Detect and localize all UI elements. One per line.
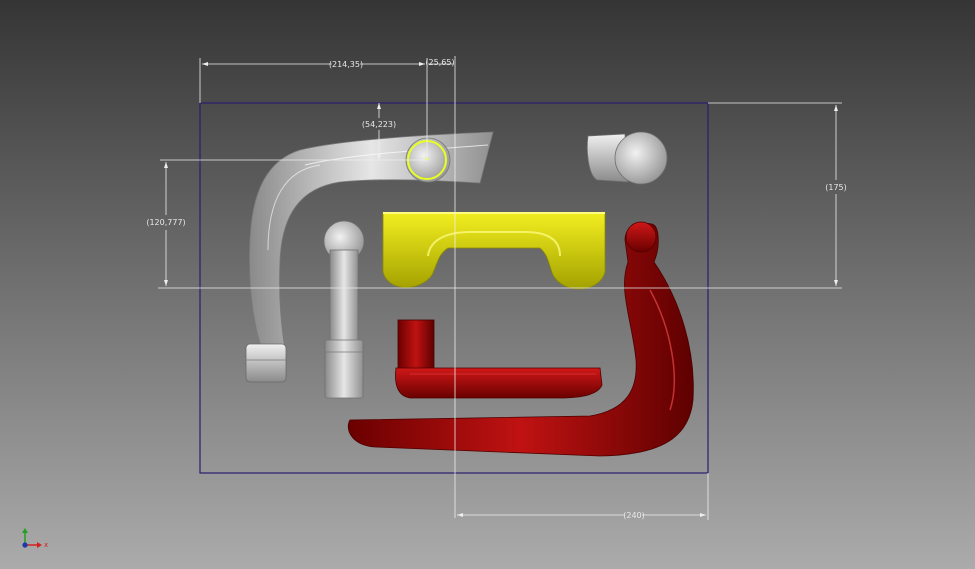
dimension-label-width-c[interactable]: (240)	[623, 511, 645, 520]
viewport-background	[0, 0, 975, 569]
dimension-label-height-c[interactable]: (175)	[825, 183, 847, 192]
cad-viewport[interactable]: (214,35) (25,65) (54,223) (120,777) (175…	[0, 0, 975, 569]
dimension-label-height-b[interactable]: (120,777)	[146, 218, 185, 227]
z-axis-dot-icon	[22, 542, 28, 548]
scene-canvas[interactable]: (214,35) (25,65) (54,223) (120,777) (175…	[0, 0, 975, 569]
gray-cap-piece[interactable]	[586, 131, 668, 185]
lever-end-block	[245, 343, 287, 383]
gray-vertical-rod[interactable]	[323, 220, 365, 399]
dimension-label-width-a[interactable]: (214,35)	[329, 60, 363, 69]
dimension-label-width-b[interactable]: (25,65)	[425, 58, 454, 67]
x-axis-label: x	[44, 541, 48, 549]
dimension-label-height-a[interactable]: (54,223)	[362, 120, 396, 129]
